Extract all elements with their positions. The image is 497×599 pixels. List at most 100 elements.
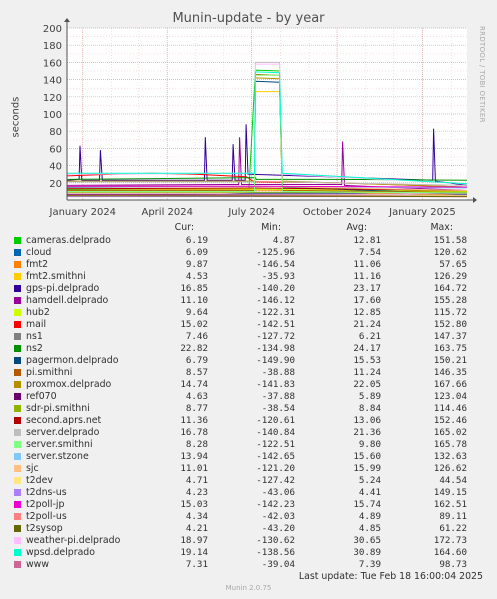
legend-min-value: -146.12 (256, 294, 295, 306)
legend-row: t2sysop 4.21 -43.20 4.85 61.22 (12, 522, 490, 534)
legend-cur-value: 14.74 (180, 378, 208, 390)
legend-swatch (14, 404, 21, 412)
legend-rows: cameras.delprado 6.19 4.87 12.81 151.58 cloud… (12, 234, 490, 570)
legend-avg-value: 4.41 (358, 486, 381, 498)
legend-row: ref070 4.63 -37.88 5.89 123.04 (12, 390, 490, 402)
legend-row: proxmox.delprado 14.74 -141.83 22.05 167.66 (12, 378, 490, 390)
legend-swatch (14, 500, 21, 508)
y-tick-label: 80 (49, 127, 62, 138)
legend-swatch (14, 428, 21, 436)
legend-cur-value: 6.79 (185, 354, 208, 366)
y-tick-label: 60 (49, 144, 62, 155)
legend-swatch (14, 548, 21, 556)
legend-series-name: t2dns-us (26, 486, 67, 498)
legend-cur-value: 19.14 (180, 546, 208, 558)
legend-max-value: 126.29 (433, 270, 467, 282)
legend-series-name: second.aprs.net (26, 414, 102, 426)
legend-avg-value: 11.24 (353, 366, 381, 378)
legend-swatch (14, 524, 21, 532)
legend-min-value: -146.54 (256, 258, 295, 270)
legend-row: www 7.31 -39.04 7.39 98.73 (12, 558, 490, 570)
legend-swatch (14, 296, 21, 304)
legend-table: Cur: Min: Avg: Max: cameras.delprado 6.19… (12, 222, 490, 570)
legend-series-name: server.delprado (26, 426, 100, 438)
legend-row: second.aprs.net 11.36 -120.61 13.06 152.46 (12, 414, 490, 426)
legend-avg-value: 11.06 (353, 258, 381, 270)
legend-max-value: 152.80 (433, 318, 467, 330)
legend-series-name: cameras.delprado (26, 234, 111, 246)
legend-series-name: wpsd.delprado (26, 546, 95, 558)
legend-row: hamdell.delprado 11.10 -146.12 17.60 155.28 (12, 294, 490, 306)
x-tick-label: January 2025 (388, 207, 456, 218)
legend-series-name: server.smithni (26, 438, 93, 450)
legend-swatch (14, 272, 21, 280)
legend-row: ns2 22.82 -134.98 24.17 163.75 (12, 342, 490, 354)
legend-row: pi.smithni 8.57 -38.88 11.24 146.35 (12, 366, 490, 378)
legend-max-value: 164.60 (433, 546, 467, 558)
x-tick-label: January 2024 (49, 207, 117, 218)
legend-max-value: 155.28 (433, 294, 467, 306)
legend-avg-value: 12.81 (353, 234, 381, 246)
chart-title: Munin-update - by year (172, 11, 325, 26)
legend-cur-value: 4.34 (185, 510, 208, 522)
legend-swatch (14, 440, 21, 448)
legend-avg-value: 21.24 (353, 318, 381, 330)
legend-header-min: Min: (261, 222, 281, 233)
legend-swatch (14, 488, 21, 496)
legend-swatch (14, 260, 21, 268)
legend-series-name: sdr-pi.smithni (26, 402, 90, 414)
legend-min-value: -127.72 (256, 330, 295, 342)
legend-min-value: -37.88 (261, 390, 295, 402)
legend-max-value: 167.66 (433, 378, 467, 390)
legend-avg-value: 8.84 (358, 402, 381, 414)
legend-row: cameras.delprado 6.19 4.87 12.81 151.58 (12, 234, 490, 246)
y-tick-label: 40 (49, 162, 62, 173)
legend-min-value: -38.54 (261, 402, 295, 414)
legend-row: gps-pi.delprado 16.85 -140.20 23.17 164.72 (12, 282, 490, 294)
munin-version: Munin 2.0.75 (225, 584, 272, 592)
legend-max-value: 44.54 (439, 474, 467, 486)
legend-max-value: 149.15 (433, 486, 467, 498)
legend-series-name: pi.smithni (26, 366, 73, 378)
legend-min-value: 4.87 (272, 234, 295, 246)
legend-series-name: hub2 (26, 306, 50, 318)
legend-swatch (14, 560, 21, 568)
legend-avg-value: 5.24 (358, 474, 381, 486)
legend-max-value: 152.46 (433, 414, 467, 426)
y-tick-label: 120 (43, 93, 62, 104)
y-tick-label: 180 (43, 41, 62, 52)
legend-cur-value: 9.64 (185, 306, 208, 318)
legend-swatch (14, 344, 21, 352)
legend-max-value: 164.72 (433, 282, 467, 294)
legend-avg-value: 9.80 (358, 438, 381, 450)
legend-row: sjc 11.01 -121.20 15.99 126.62 (12, 462, 490, 474)
legend-cur-value: 11.01 (180, 462, 208, 474)
legend-avg-value: 22.05 (353, 378, 381, 390)
legend-cur-value: 4.63 (185, 390, 208, 402)
legend-avg-value: 4.85 (358, 522, 381, 534)
legend-max-value: 132.63 (433, 450, 467, 462)
legend-min-value: -125.96 (256, 246, 295, 258)
legend-max-value: 61.22 (439, 522, 467, 534)
legend-avg-value: 12.85 (353, 306, 381, 318)
legend-max-value: 163.75 (433, 342, 467, 354)
legend-max-value: 151.58 (433, 234, 467, 246)
legend-swatch (14, 356, 21, 364)
legend-swatch (14, 236, 21, 244)
legend-max-value: 165.78 (433, 438, 467, 450)
legend-cur-value: 16.78 (180, 426, 208, 438)
legend-avg-value: 30.89 (353, 546, 381, 558)
legend-swatch (14, 368, 21, 376)
legend-header-avg: Avg: (346, 222, 367, 233)
legend-row: t2poll-jp 15.03 -142.23 15.74 162.51 (12, 498, 490, 510)
legend-series-name: t2dev (26, 474, 53, 486)
legend-swatch (14, 476, 21, 484)
legend-max-value: 115.72 (433, 306, 467, 318)
legend-series-name: ns2 (26, 342, 43, 354)
legend-series-name: mail (26, 318, 47, 330)
legend-min-value: -35.93 (261, 270, 295, 282)
legend-cur-value: 22.82 (180, 342, 208, 354)
legend-row: ns1 7.46 -127.72 6.21 147.37 (12, 330, 490, 342)
x-axis-arrow (473, 197, 477, 203)
legend-series-name: proxmox.delprado (26, 378, 112, 390)
